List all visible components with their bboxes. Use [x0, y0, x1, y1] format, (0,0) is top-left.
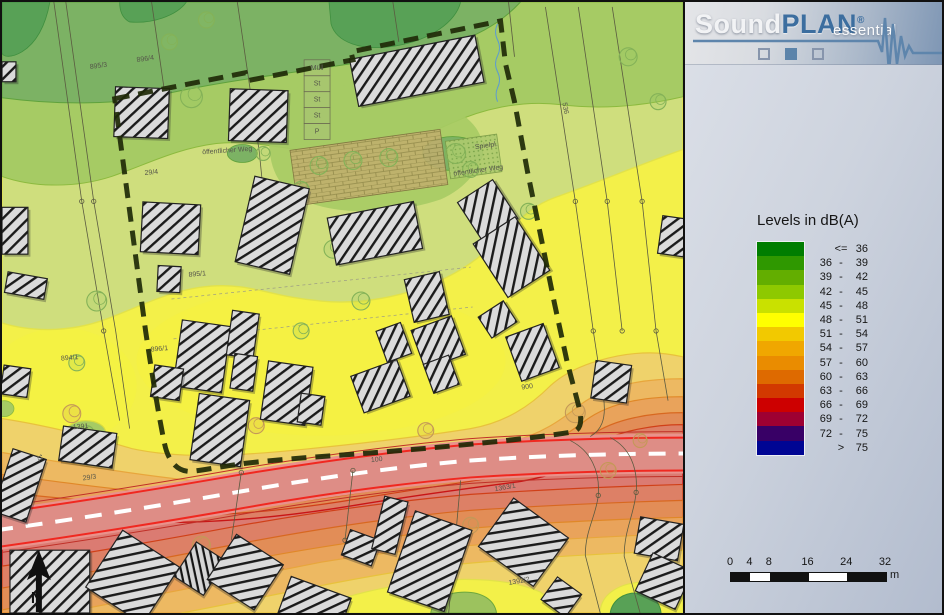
map-label: 1391	[73, 423, 89, 431]
tree-icon	[650, 94, 666, 110]
legend-swatch	[757, 341, 804, 355]
legend-row: 72-75	[810, 426, 868, 440]
legend-swatch	[757, 313, 804, 327]
map-label: St	[314, 113, 321, 120]
building	[157, 266, 184, 296]
logo-square-3	[812, 48, 824, 60]
legend-swatch	[757, 441, 804, 455]
tree-icon	[256, 147, 270, 161]
tree-icon	[380, 149, 398, 167]
map-label: 29/4	[144, 169, 158, 177]
scale-tick-label: 8	[766, 556, 772, 568]
scale-tick-label: 24	[840, 556, 852, 568]
tree-icon-tan	[418, 423, 434, 439]
map-label: 100	[371, 456, 383, 464]
legend-swatch	[757, 398, 804, 412]
side-panel: SoundPLAN® essential Levels in dB(A) <=3…	[683, 2, 942, 613]
tree-icon	[180, 86, 202, 108]
building	[590, 361, 634, 406]
tree-icon	[293, 323, 309, 339]
legend-row: 66-69	[810, 398, 868, 412]
building	[228, 89, 290, 145]
scale-tick-label: 0	[727, 556, 733, 568]
legend-swatch	[757, 270, 804, 284]
map-label: Müll	[311, 65, 324, 72]
legend-row: 57-60	[810, 356, 868, 370]
tree-icon	[619, 48, 637, 66]
map-label: St	[314, 81, 321, 88]
tree-icon	[446, 144, 466, 164]
scale-bar-segments	[730, 572, 887, 582]
soundplan-result-window: 895/3896/429/4öffentlicher WegSpielpl.öf…	[0, 0, 944, 615]
logo-square-1	[758, 48, 770, 60]
legend-row: 42-45	[810, 285, 868, 299]
building	[190, 393, 252, 469]
legend-swatch	[757, 426, 804, 440]
tree-icon-tan	[248, 418, 264, 434]
tree-icon-tan	[63, 405, 81, 423]
legend-row: 36-39	[810, 256, 868, 270]
legend-swatch	[757, 384, 804, 398]
tree-icon	[344, 152, 362, 170]
building	[297, 393, 328, 428]
legend-swatch	[757, 256, 804, 270]
legend-row: 39-42	[810, 270, 868, 284]
building	[140, 202, 203, 257]
north-label: N	[31, 590, 43, 607]
legend-swatch	[757, 242, 804, 256]
scale-tick-label: 4	[746, 556, 752, 568]
tree-icon	[198, 12, 214, 28]
brand-product: essential	[833, 22, 897, 39]
map-label: St	[314, 97, 321, 104]
legend-title: Levels in dB(A)	[757, 212, 868, 229]
scale-tick-label: 16	[801, 556, 813, 568]
legend-row: 51-54	[810, 327, 868, 341]
map-label: P	[315, 129, 320, 136]
legend-row: <=36	[810, 242, 868, 256]
building	[230, 353, 260, 394]
tree-icon	[87, 291, 107, 311]
scale-unit: m	[890, 569, 899, 581]
legend-row: 45-48	[810, 299, 868, 313]
noise-map[interactable]: 895/3896/429/4öffentlicher WegSpielpl.öf…	[2, 2, 683, 613]
building	[2, 207, 30, 256]
legend-swatch	[757, 285, 804, 299]
legend-row: 63-66	[810, 384, 868, 398]
legend-swatch	[757, 299, 804, 313]
noise-map-canvas[interactable]: 895/3896/429/4öffentlicher WegSpielpl.öf…	[2, 2, 683, 613]
legend-swatch	[757, 327, 804, 341]
legend-row: >75	[810, 441, 868, 455]
legend-row: 54-57	[810, 341, 868, 355]
noise-legend: Levels in dB(A) <=3636-3939-4242-4545-48…	[757, 212, 868, 455]
legend-color-bar	[757, 242, 804, 455]
tree-icon-tan	[600, 462, 616, 478]
legend-swatch	[757, 370, 804, 384]
legend-row: 69-72	[810, 412, 868, 426]
tree-icon	[162, 34, 178, 50]
soundplan-logo: SoundPLAN® essential	[685, 2, 942, 65]
building	[10, 550, 92, 613]
legend-swatch	[757, 412, 804, 426]
brand-sound: Sound	[695, 9, 781, 39]
scale-tick-label: 32	[879, 556, 891, 568]
legend-swatch	[757, 356, 804, 370]
building	[2, 62, 18, 84]
building	[2, 365, 33, 400]
legend-row: 60-63	[810, 370, 868, 384]
building	[58, 426, 119, 471]
tree-icon	[310, 156, 328, 174]
tree-icon	[352, 292, 370, 310]
logo-square-2	[785, 48, 797, 60]
tree-icon-tan	[633, 434, 647, 448]
legend-labels: <=3636-3939-4242-4545-4848-5151-5454-575…	[810, 242, 868, 455]
legend-row: 48-51	[810, 313, 868, 327]
